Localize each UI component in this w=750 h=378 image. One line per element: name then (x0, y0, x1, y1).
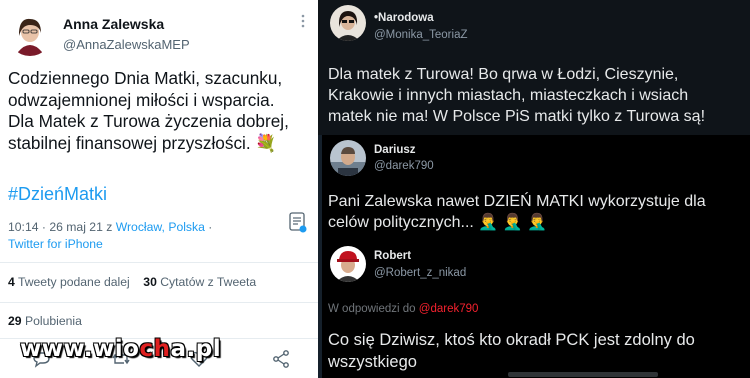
reply-card: Robert @Robert_z_nikad W odpowiedzi do @… (322, 237, 750, 378)
mention-link[interactable]: @darek790 (419, 303, 479, 315)
author-avatar[interactable] (8, 12, 52, 56)
reply-card: •Narodowa @Monika_TeoriaZ Dla matek z Tu… (318, 0, 750, 135)
reply-text-line: Co się Dziwisz, ktoś kto okradł PCK jest… (328, 331, 695, 349)
tweet-meta: 10:14 · 26 maj 21 z Wrocław, Polska · (8, 220, 212, 234)
reply-text: Dla matek z Turowa! Bo qrwa w Łodzi, Cie… (328, 64, 705, 127)
quotes-stat[interactable]: 30 Cytatów z Tweeta (143, 275, 256, 289)
tweet-text-line: odwzajemnionej miłości i wsparcia. (8, 89, 275, 110)
author-handle[interactable]: @Monika_TeoriaZ (374, 29, 468, 41)
reply-text-line: wszystkiego (328, 353, 417, 371)
author-handle[interactable]: @darek790 (374, 160, 434, 172)
meta-separator: · (204, 220, 213, 234)
tweet-time: 10:14 · 26 maj 21 z (8, 220, 116, 234)
tweet-stats: 4 Tweety podane dalej 30 Cytatów z Tweet… (8, 275, 256, 289)
share-icon[interactable] (270, 348, 292, 370)
divider (0, 262, 318, 263)
author-avatar[interactable] (330, 5, 366, 41)
author-handle[interactable]: @AnnaZalewskaMEP (63, 37, 190, 52)
reply-text-line: matek nie ma! W Polsce PiS matki tylko z… (328, 108, 706, 125)
site-watermark: www.wiocha.pl (20, 336, 222, 362)
cut-off-text (508, 372, 658, 377)
reply-context: W odpowiedzi do @darek790 (328, 303, 478, 315)
author-avatar[interactable] (330, 246, 366, 282)
author-name[interactable]: Anna Zalewska (63, 16, 164, 32)
left-tweet-card: Anna Zalewska @AnnaZalewskaMEP Codzienne… (0, 0, 318, 378)
location-link[interactable]: Wrocław, Polska (116, 220, 205, 234)
author-name[interactable]: •Narodowa (374, 12, 434, 24)
reply-text: Pani Zalewska nawet DZIEŃ MATKI wykorzys… (328, 191, 706, 233)
tweet-text-line: Dla Matek z Turowa życzenia dobrej, (8, 111, 289, 131)
reply-card: Dariusz @darek790 Pani Zalewska nawet DZ… (322, 135, 750, 237)
tweet-text-line: Codziennego Dnia Matki, szacunku, (8, 68, 283, 88)
author-name[interactable]: Dariusz (374, 144, 416, 156)
divider (0, 302, 318, 303)
tweet-text: Codziennego Dnia Matki, szacunku, odwzaj… (8, 68, 314, 154)
retweets-stat[interactable]: 4 Tweety podane dalej (8, 275, 130, 289)
reply-text-line: Dla matek z Turowa! Bo qrwa w Łodzi, Cie… (328, 66, 679, 83)
reply-text-line: Krakowie i innych miastach, miasteczkach… (328, 87, 689, 104)
reply-text-line: Pani Zalewska nawet DZIEŃ MATKI wykorzys… (328, 193, 706, 210)
tweet-text-line: stabilnej finansowej przyszłości. 💐 (8, 132, 277, 153)
author-name[interactable]: Robert (374, 250, 411, 262)
likes-stat[interactable]: 29 Polubienia (8, 314, 82, 328)
more-options-icon[interactable] (299, 14, 307, 28)
reply-text-line: celów politycznych... 🤦‍♂️ 🤦‍♂️ 🤦‍♂️ (328, 214, 547, 231)
replies-column: •Narodowa @Monika_TeoriaZ Dla matek z Tu… (318, 0, 750, 378)
author-avatar[interactable] (330, 140, 366, 176)
hashtag-link[interactable]: #DzieńMatki (8, 184, 107, 205)
reply-text: Co się Dziwisz, ktoś kto okradł PCK jest… (328, 329, 695, 373)
reply-prefix: W odpowiedzi do (328, 303, 419, 315)
client-link[interactable]: Twitter for iPhone (8, 237, 103, 251)
author-handle[interactable]: @Robert_z_nikad (374, 267, 466, 279)
translate-icon[interactable] (289, 212, 307, 234)
